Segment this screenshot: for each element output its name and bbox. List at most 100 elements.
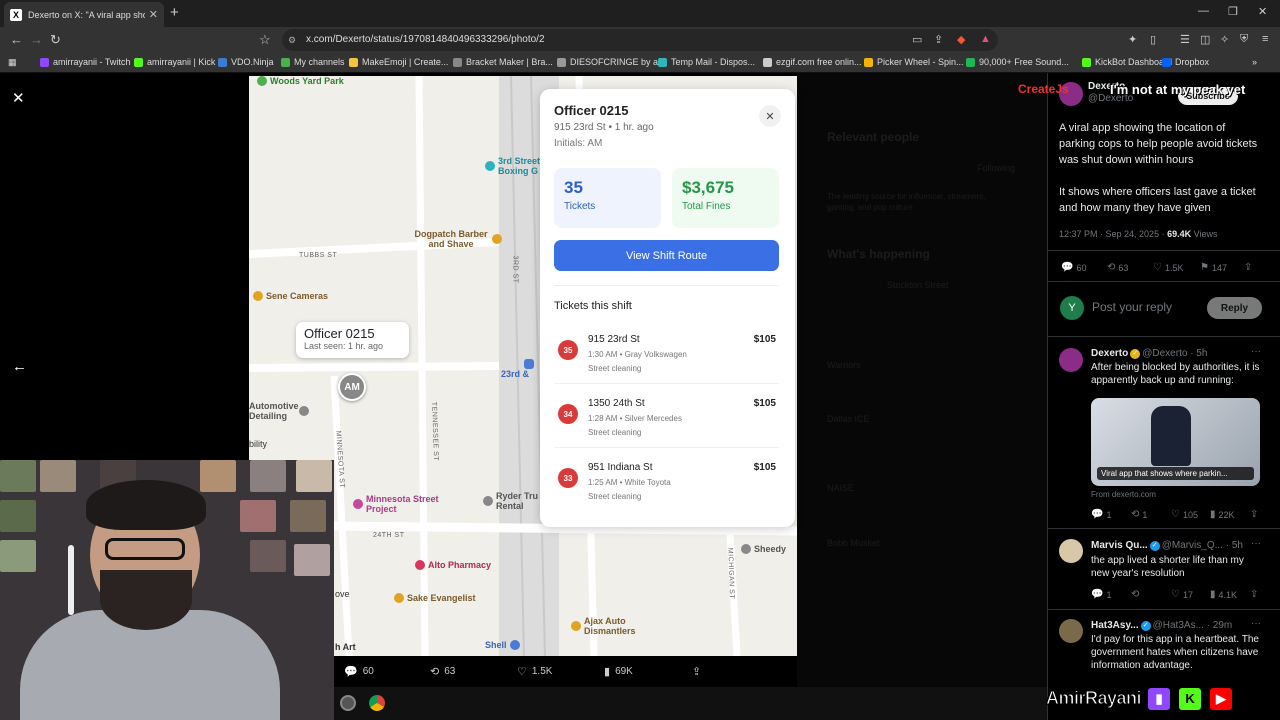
bookmark-favicon-icon xyxy=(1082,57,1091,67)
reply-reposts[interactable]: ⟲ xyxy=(1131,589,1142,600)
repost-icon: ⟲ xyxy=(430,666,440,678)
new-tab-icon[interactable]: + xyxy=(170,4,179,21)
bookmark-item[interactable]: Temp Mail - Dispos... xyxy=(658,57,755,67)
minimize-icon[interactable]: — xyxy=(1198,5,1209,17)
reply-likes[interactable]: ♡ 105 xyxy=(1171,509,1198,520)
reply-author[interactable]: Marvis Qu... ✓ @Marvis_Q... · 5h xyxy=(1091,538,1251,554)
reply-reposts[interactable]: ⟲ 1 xyxy=(1131,509,1147,520)
replies-action[interactable]: 💬 60 xyxy=(344,665,374,678)
views-action[interactable]: ▮ 69K xyxy=(604,665,633,678)
reply-views[interactable]: ▮ 4.1K xyxy=(1210,589,1237,600)
bookmark-item[interactable]: DIESOFCRINGE by a... xyxy=(557,57,666,67)
leo-icon[interactable]: ✧ xyxy=(1220,33,1229,46)
reply-button[interactable]: Reply xyxy=(1207,297,1262,319)
previous-photo-icon[interactable]: ← xyxy=(12,358,27,375)
bookmark-item[interactable]: Picker Wheel - Spin... xyxy=(864,57,964,67)
forward-icon[interactable]: → xyxy=(30,32,43,47)
bookmark-item[interactable]: Bracket Maker | Bra... xyxy=(453,57,553,67)
tab-close-icon[interactable]: ✕ xyxy=(149,8,158,21)
ticket-item[interactable]: 33 951 Indiana St 1:25 AM • White Toyota… xyxy=(554,462,779,518)
wall-poster xyxy=(250,460,286,492)
extensions-icon[interactable]: ✦ xyxy=(1128,33,1137,46)
bookmark-favicon-icon xyxy=(1162,57,1171,67)
whats-happening-heading: What's happening xyxy=(827,247,930,261)
reply-replies[interactable]: 💬 1 xyxy=(1091,589,1111,600)
bookmark-item[interactable]: VDO.Ninja xyxy=(218,57,274,67)
reply-views[interactable]: ▮ 22K xyxy=(1210,509,1235,520)
reply-share[interactable]: ⇪ xyxy=(1250,589,1261,600)
ticket-reason: Street cleaning xyxy=(588,492,642,501)
reply-likes[interactable]: ♡ 17 xyxy=(1171,589,1193,600)
reply-avatar[interactable] xyxy=(1059,348,1083,372)
relevant-people-heading: Relevant people xyxy=(827,130,920,144)
ticket-divider xyxy=(554,383,779,384)
poi-sene-cameras: Sene Cameras xyxy=(253,291,328,301)
tab-strip: X Dexerto on X: "A viral app showi ✕ + —… xyxy=(0,0,1280,27)
reply-share[interactable]: ⇪ xyxy=(1250,509,1261,520)
bookmark-item[interactable]: amirrayanii - Twitch xyxy=(40,57,130,67)
more-bookmarks-icon[interactable]: » xyxy=(1252,57,1257,67)
bookmark-item[interactable]: amirrayanii | Kick xyxy=(134,57,215,67)
share-icon: ⇪ xyxy=(1250,589,1259,600)
tweet-thread-column: Dexerto @Dexerto Subscribe A viral app sh… xyxy=(1047,73,1280,720)
bookmark-star-icon[interactable]: ☆ xyxy=(259,32,271,48)
site-info-icon[interactable]: ⚙ xyxy=(288,29,296,51)
reply-media-card[interactable]: Viral app that shows where parkin... xyxy=(1091,398,1260,486)
reply-replies[interactable]: 💬 1 xyxy=(1091,509,1111,520)
menu-icon[interactable]: ≡ xyxy=(1262,33,1268,45)
reply-author[interactable]: Hat3Asy... ✓ @Hat3As... · 29m xyxy=(1091,618,1251,634)
bookmark-label: Bracket Maker | Bra... xyxy=(466,57,553,67)
bookmark-item[interactable]: KickBot Dashboard xyxy=(1082,57,1172,67)
bookmark-item[interactable]: 90,000+ Free Sound... xyxy=(966,57,1069,67)
tweet-share[interactable]: ⇪ xyxy=(1244,262,1255,273)
wallet-icon[interactable]: ◫ xyxy=(1200,33,1210,46)
share-action[interactable]: ⇪ xyxy=(692,665,706,678)
share-icon: ⇪ xyxy=(692,666,702,678)
reply-input[interactable]: Post your reply xyxy=(1092,300,1172,314)
brave-shield-icon[interactable]: ◆ xyxy=(957,33,965,46)
maximize-icon[interactable]: ❐ xyxy=(1228,5,1238,18)
tweet-reposts[interactable]: ⟲ 63 xyxy=(1107,262,1128,273)
bookmark-item[interactable]: ezgif.com free onlin... xyxy=(763,57,862,67)
share-icon[interactable]: ⇪ xyxy=(934,33,943,46)
bookmark-label: Temp Mail - Dispos... xyxy=(671,57,756,67)
more-options-icon[interactable]: ··· xyxy=(1251,618,1261,629)
address-bar[interactable]: ⚙ x.com/Dexerto/status/19708148404963332… xyxy=(282,29,998,51)
vpn-icon[interactable]: ⛨ xyxy=(1240,33,1248,46)
like-action[interactable]: ♡ 1.5K xyxy=(517,665,552,678)
card-close-icon[interactable]: ✕ xyxy=(759,105,781,127)
rewards-icon[interactable]: ▲ xyxy=(980,33,991,45)
bookmark-item[interactable]: MakeEmoji | Create... xyxy=(349,57,448,67)
ticket-meta: 1:25 AM • White Toyota xyxy=(588,478,671,487)
bookmark-item[interactable]: My channels xyxy=(281,57,345,67)
reading-list-icon[interactable]: ☰ xyxy=(1180,33,1190,46)
bookmark-item[interactable]: Dropbox xyxy=(1162,57,1209,67)
back-icon[interactable]: ← xyxy=(10,32,23,47)
view-shift-route-button[interactable]: View Shift Route xyxy=(554,240,779,271)
obs-icon[interactable] xyxy=(340,695,356,711)
ticket-item[interactable]: 35 915 23rd St 1:30 AM • Gray Volkswagen… xyxy=(554,334,779,390)
reload-icon[interactable]: ↻ xyxy=(50,32,61,48)
bookmark-favicon-icon xyxy=(40,57,49,67)
browser-tab[interactable]: X Dexerto on X: "A viral app showi ✕ xyxy=(4,2,164,27)
tweet-likes[interactable]: ♡ 1.5K xyxy=(1153,262,1183,273)
divider xyxy=(1048,336,1280,337)
bookmarks-bar: ▦ amirrayanii - Twitch amirrayanii | Kick… xyxy=(0,53,1280,73)
reply-avatar[interactable] xyxy=(1059,619,1083,643)
tweet-bookmarks[interactable]: ⚑ 147 xyxy=(1200,262,1227,273)
close-viewer-icon[interactable]: ✕ xyxy=(12,89,25,107)
reply-avatar[interactable] xyxy=(1059,539,1083,563)
wall-poster xyxy=(40,460,76,492)
more-options-icon[interactable]: ··· xyxy=(1251,346,1261,357)
wall-poster xyxy=(296,460,332,492)
apps-grid-icon[interactable]: ▦ xyxy=(8,57,17,68)
cast-icon[interactable]: ▭ xyxy=(912,33,922,46)
chrome-icon[interactable] xyxy=(369,695,385,711)
reply-author[interactable]: Dexerto ✓ @Dexerto · 5h xyxy=(1091,346,1261,362)
tweet-replies[interactable]: 💬 60 xyxy=(1061,262,1086,273)
repost-action[interactable]: ⟲ 63 xyxy=(430,665,455,678)
sidebar-icon[interactable]: ▯ xyxy=(1150,33,1156,46)
ticket-item[interactable]: 34 1350 24th St 1:28 AM • Silver Mercede… xyxy=(554,398,779,454)
window-close-icon[interactable]: ✕ xyxy=(1258,5,1267,18)
more-options-icon[interactable]: ··· xyxy=(1251,538,1261,549)
